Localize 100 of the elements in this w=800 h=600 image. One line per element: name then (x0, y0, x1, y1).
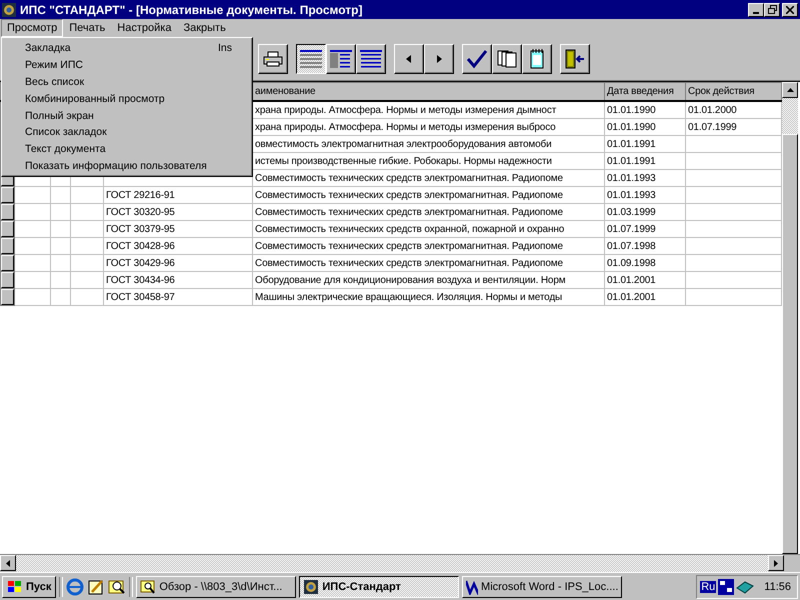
table-cell: 01.03.1999 (607, 206, 656, 218)
table-cell: 01.01.1991 (607, 138, 656, 150)
copy-pages-button[interactable] (492, 44, 522, 74)
previous-button[interactable] (394, 44, 424, 74)
table-cell: ГОСТ 30434-96 (106, 274, 175, 286)
scroll-right-button[interactable] (768, 555, 784, 571)
table-icon (299, 48, 323, 68)
menu-item[interactable]: Полный экран (2, 107, 252, 124)
menu-item[interactable]: Комбинированный просмотр (2, 90, 252, 108)
taskbar-button[interactable]: ИПС-Стандарт (299, 576, 460, 598)
exit-door-button[interactable] (560, 44, 590, 74)
row-selector[interactable] (2, 204, 14, 220)
row-selector[interactable] (2, 238, 14, 254)
notepad-button[interactable] (522, 44, 552, 74)
minimize-button[interactable] (748, 2, 764, 16)
next-button[interactable] (424, 44, 454, 74)
scroll-left-button[interactable] (0, 555, 16, 571)
table-cell: Совместимость технических средств электромагнитная. Радиопоме (255, 258, 563, 268)
table-cell: Машины электрические вращающиеся. Изоляция. Нормы и методы (255, 292, 562, 302)
row-selector[interactable] (2, 222, 14, 236)
magnifier-icon (140, 578, 156, 594)
up-triangle-icon (786, 88, 794, 92)
minimize-icon (753, 12, 759, 14)
menu-item[interactable]: Весь список (2, 74, 252, 90)
table-cell: ГОСТ 30458-97 (106, 292, 175, 302)
table-cell: 01.01.1993 (607, 190, 656, 200)
close-icon (786, 6, 794, 14)
pages-icon (497, 48, 517, 68)
table-cell: истемы производственные гибкие. Робокары. Нормы надежности (255, 156, 552, 166)
table-cell: 01.07.1999 (607, 224, 656, 234)
taskbar-button[interactable]: Обзор - \\803_3\d\Инст... (136, 576, 296, 598)
scroll-thumb[interactable] (782, 134, 798, 554)
row-selector[interactable] (2, 272, 14, 288)
keyboard-layout-icon[interactable] (718, 578, 734, 594)
checkmark-button[interactable] (462, 44, 492, 74)
right-triangle-icon (774, 560, 778, 566)
table-view-button[interactable] (296, 44, 326, 74)
flag-icon (7, 580, 23, 594)
table-cell: Совместимость технических средств охранной, пожарной и охранно (255, 224, 564, 234)
printer-icon (263, 50, 283, 66)
window-title: ИПС "СТАНДАРТ" - [Нормативные документы. Просмотр] (20, 2, 364, 16)
table-cell: ГОСТ 30429-96 (106, 258, 175, 268)
table-cell: 01.07.1998 (607, 240, 656, 252)
search-icon[interactable] (108, 578, 126, 596)
table-cell: 01.01.2001 (607, 292, 656, 302)
menu-item[interactable]: Закладка Ins (2, 40, 252, 57)
table-cell: храна природы. Атмосфера. Нормы и методы измерения выбросо (255, 122, 556, 132)
notepad-icon (528, 48, 546, 68)
table-cell: 01.01.1991 (607, 156, 656, 166)
print-button[interactable] (258, 44, 288, 74)
clock: 11:56 (764, 580, 791, 592)
table-cell: 01.01.1990 (607, 122, 656, 132)
table-cell: Совместимость технических средств электромагнитная. Радиопоме (255, 190, 563, 200)
app-icon (303, 578, 320, 594)
column-header[interactable]: Дата введения (604, 82, 686, 101)
app-icon (2, 2, 16, 16)
book-icon[interactable] (736, 578, 754, 594)
split-view-button[interactable] (326, 44, 356, 74)
table-cell: 01.07.1999 (688, 122, 737, 132)
table-cell: овместимость электромагнитная электрооборудования автомоби (255, 138, 552, 150)
menu-item[interactable]: Список закладок (2, 124, 252, 141)
checkmark-icon (466, 48, 488, 68)
restore-icon (768, 5, 776, 14)
split-view-icon (329, 48, 353, 68)
table-cell: Совместимость технических средств электромагнитная. Радиопоме (255, 172, 563, 184)
table-cell: 01.01.1993 (607, 172, 656, 184)
table-cell: Оборудование для кондиционирования воздуха и вентиляции. Норм (255, 274, 566, 286)
w-letter-icon (466, 578, 478, 594)
menu-item[interactable]: Печать (63, 19, 112, 37)
right-triangle-icon (435, 54, 443, 62)
menu-item[interactable]: Закрыть (177, 19, 232, 37)
table-cell: 01.01.2001 (607, 274, 656, 286)
menu-item[interactable]: Режим ИПС (2, 56, 252, 74)
taskbar-button[interactable]: Microsoft Word - IPS_Loc.... (462, 576, 622, 598)
close-button[interactable] (782, 2, 798, 16)
table-cell: ГОСТ 30379-95 (106, 224, 175, 234)
scroll-up-button[interactable] (782, 82, 798, 98)
table-cell: храна природы. Атмосфера. Нормы и методы измерения дымност (255, 104, 556, 116)
column-header[interactable]: Срок действия (686, 82, 782, 101)
column-header[interactable]: аименование (252, 82, 604, 101)
menu-item[interactable]: Настройка (111, 19, 178, 37)
table-cell: 01.01.1990 (607, 104, 656, 116)
table-cell: 01.01.2000 (688, 104, 737, 116)
restore-button[interactable] (764, 2, 780, 16)
language-indicator[interactable]: Ru (700, 580, 716, 592)
text-lines-icon (359, 48, 383, 68)
row-selector[interactable] (2, 188, 14, 202)
table-cell: ГОСТ 30320-95 (106, 206, 175, 218)
table-cell: Совместимость технических средств электромагнитная. Радиопоме (255, 206, 563, 218)
text-view-button[interactable] (356, 44, 386, 74)
row-selector[interactable] (2, 256, 14, 270)
pencil-icon[interactable] (87, 578, 106, 596)
menu-item[interactable]: Просмотр (1, 19, 64, 37)
table-cell: 01.09.1998 (607, 258, 656, 268)
table-cell: Совместимость технических средств электромагнитная. Радиопоме (255, 240, 563, 252)
menu-item[interactable]: Показать информацию пользователя (2, 158, 252, 174)
row-selector[interactable] (2, 290, 14, 304)
start-button[interactable]: Пуск (2, 576, 56, 598)
menu-item[interactable]: Текст документа (2, 140, 252, 158)
door-arrow-icon (564, 48, 586, 68)
